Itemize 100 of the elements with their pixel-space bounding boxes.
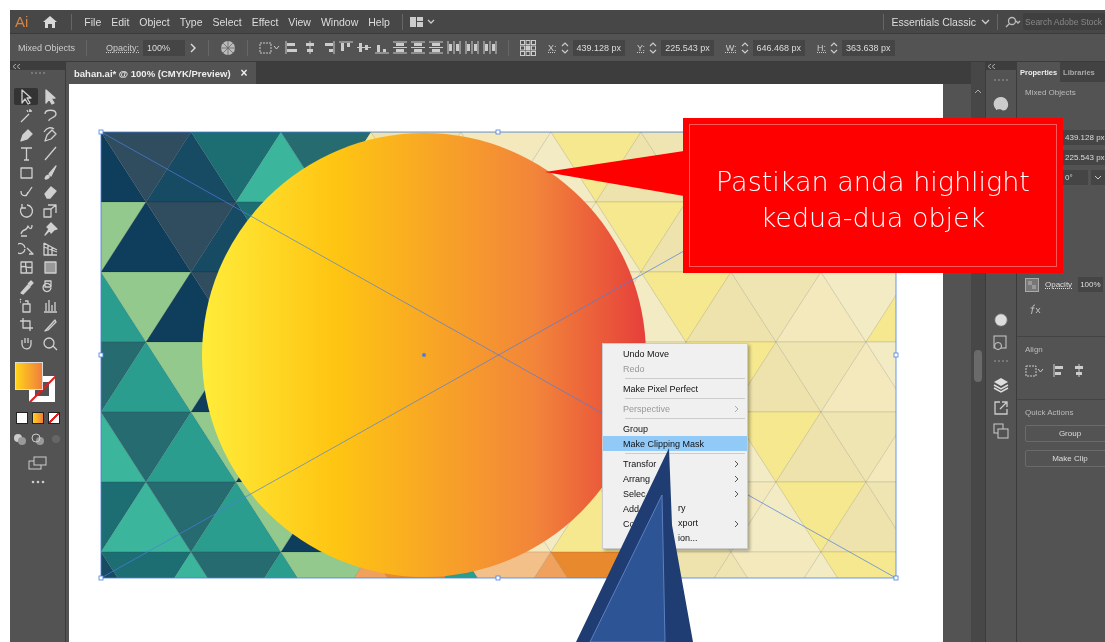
shape-builder-icon [17,240,34,257]
gradient-mode-swatch[interactable] [31,412,44,424]
color-palette-icon[interactable] [992,96,1010,112]
menu-item[interactable]: Select [207,15,247,28]
rotate-icon [17,202,34,219]
opacity-field[interactable]: 100% [143,39,186,56]
search-field[interactable]: Search Adobe Stock [1023,13,1105,30]
menu-item[interactable]: Help [363,15,395,28]
opacity-label[interactable]: Opacity: [98,42,140,53]
align-vertical-center-icon[interactable] [357,41,372,54]
menu-item[interactable]: View [283,15,316,28]
align-left-icon[interactable] [285,41,300,54]
fill-stroke-drawing[interactable] [15,362,57,404]
home-icon[interactable] [42,14,59,29]
bar-graph-icon [41,297,58,314]
curvature-pen-icon [41,126,58,143]
quick-action-button[interactable]: Group [1025,425,1105,442]
chevron-right-icon[interactable] [189,42,198,53]
mesh-icon [17,259,34,276]
distribute-top-icon[interactable] [393,41,408,54]
y-field[interactable]: 225.543 px [1063,150,1105,165]
gradient-icon [41,259,58,276]
stepper-icon[interactable] [830,40,839,55]
stepper-icon[interactable] [740,40,749,55]
search-icon [1005,15,1021,28]
layers-icon[interactable] [993,377,1009,393]
stepper-icon[interactable] [649,40,658,55]
tool-button[interactable] [13,88,38,105]
opacity-label[interactable]: Opacity [1045,280,1073,289]
coordinate-label: H: [816,42,827,53]
export-icon[interactable] [993,400,1009,416]
menu-item[interactable]: Edit [106,15,135,28]
artboards-icon[interactable] [993,423,1009,439]
align-to-selection-icon[interactable] [1025,364,1045,377]
reference-point-icon[interactable] [520,39,537,56]
none-mode-swatch[interactable] [47,412,60,424]
callout-box: Pastikan anda highlight kedua-dua objek [683,118,1063,273]
menu-item[interactable]: Effect [246,15,284,28]
distribute-right-icon[interactable] [483,41,498,54]
selection-type-label: Mixed Objects [1025,88,1077,97]
document-tab[interactable]: bahan.ai* @ 100% (CMYK/Preview) × [66,62,256,84]
dropdown-button[interactable] [1091,170,1105,185]
align-horizontal-center-icon[interactable] [1073,364,1085,377]
coordinate-field[interactable]: 646.468 px [752,39,806,56]
color-mode-swatch[interactable] [15,412,28,424]
rotate-field[interactable]: 0° [1063,170,1089,185]
scrollbar-thumb[interactable] [974,350,982,382]
context-menu-item[interactable]: Make Clipping Mask [603,436,747,451]
menu-item[interactable]: Window [315,15,364,28]
coordinate-field[interactable]: 363.638 px [842,39,895,56]
context-menu-item[interactable]: Undo Move [603,346,747,361]
coordinate-field[interactable]: 225.543 px [661,39,714,56]
distribute-horizontal-center-icon[interactable] [465,41,480,54]
scale-icon [41,202,58,219]
workspace-switcher[interactable]: Essentials Classic [891,15,990,28]
context-menu-item[interactable]: ion... [603,531,747,546]
workspace-layout-icon[interactable] [409,16,436,27]
distribute-bottom-icon[interactable] [429,41,444,54]
more-tools-icon[interactable] [30,480,45,484]
coordinate-field[interactable]: 439.128 px [572,39,626,56]
menu-item-text: ion... [678,533,698,543]
context-menu-item[interactable]: Selec [603,486,747,501]
lasso-icon [41,107,58,124]
stepper-icon[interactable] [560,40,569,55]
collapse-icon[interactable] [987,63,996,69]
screen-mode-icon[interactable] [27,456,48,470]
align-top-icon[interactable] [339,41,354,54]
coordinate-label: X: [547,42,557,53]
draw-behind-icon[interactable] [30,432,45,446]
checkerboard-icon[interactable] [1025,277,1039,292]
menu-item[interactable]: Object [134,15,175,28]
close-tab-button[interactable]: × [240,66,248,80]
center-point [422,353,426,357]
x-field[interactable]: 439.128 px [1063,130,1105,145]
selection-type-label: Mixed Objects [17,42,76,53]
fx-icon[interactable] [1029,304,1043,314]
context-menu-item[interactable]: Add ry [603,501,747,516]
perspective-grid-icon [41,240,58,257]
rectangle-icon [17,164,34,181]
distribute-left-icon[interactable] [447,41,462,54]
menu-item[interactable]: File [79,15,107,28]
align-left-icon[interactable] [1053,364,1065,377]
scroll-up-icon[interactable] [974,89,982,94]
draw-normal-icon[interactable] [12,432,27,446]
distribute-vertical-center-icon[interactable] [411,41,426,54]
appearance-icon[interactable] [993,312,1009,328]
coordinate-label: Y: [636,42,646,53]
app-logo: Ai [14,13,30,30]
menu-item-text: xport [678,518,698,528]
recolor-artwork-icon[interactable] [220,39,237,56]
symbol-sprayer-icon [17,297,34,314]
coordinate-label: W: [724,42,737,53]
menu-item[interactable]: Type [174,15,208,28]
graphic-styles-icon[interactable] [993,335,1009,351]
opacity-field[interactable]: 100% [1078,277,1103,292]
context-menu-item[interactable]: Arrang [603,471,747,486]
section-label: Quick Actions [1025,408,1075,417]
quick-action-button[interactable]: Make Clip [1025,450,1105,467]
menu-item-text: ry [678,503,686,513]
collapse-icon[interactable] [13,63,21,69]
